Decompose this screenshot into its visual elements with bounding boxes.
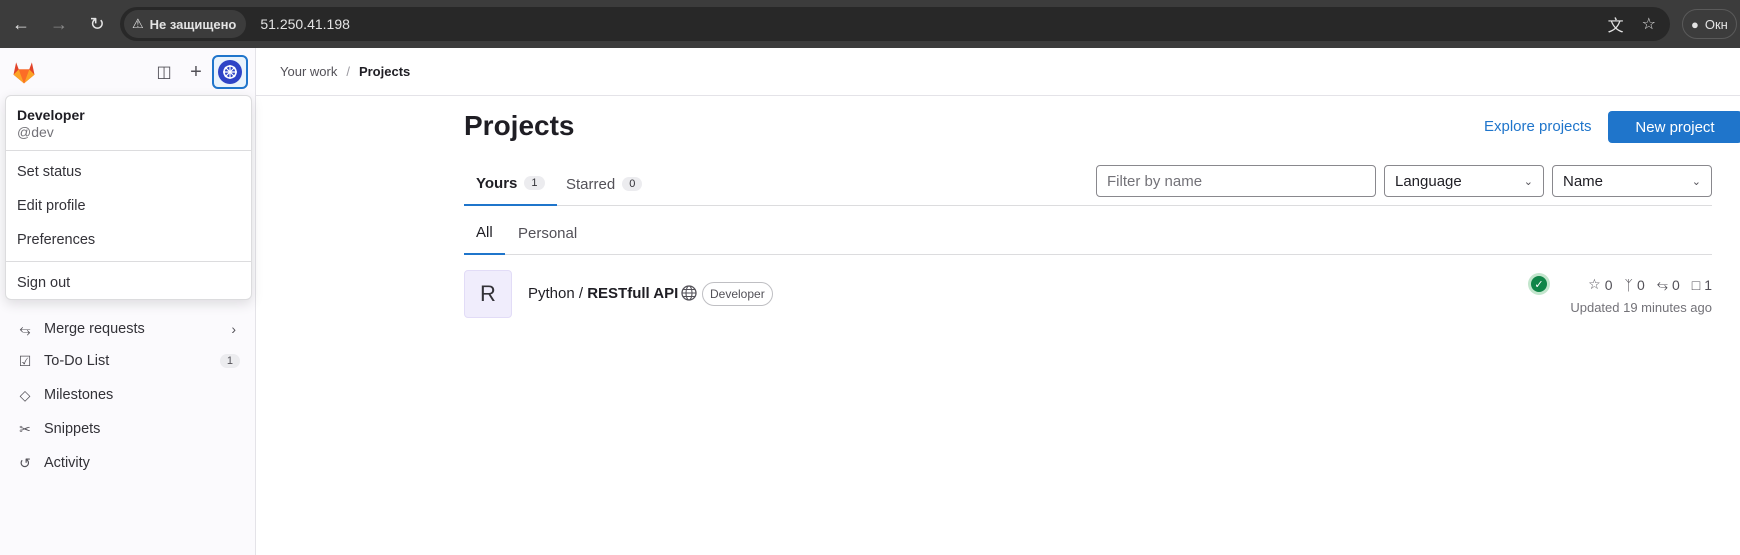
project-namespace: Python / bbox=[528, 285, 588, 302]
sidebar-item-label: Milestones bbox=[44, 387, 114, 403]
project-avatar[interactable]: R bbox=[464, 270, 512, 318]
snippet-icon: ✂ bbox=[19, 420, 31, 437]
todo-count-badge: 1 bbox=[219, 354, 240, 368]
avatar bbox=[218, 60, 242, 84]
address-bar[interactable]: ⚠ Не защищено 51.250.41.198 文 ☆ bbox=[120, 7, 1670, 41]
todo-icon: ☑ bbox=[18, 352, 32, 369]
sidebar-item-activity[interactable]: ↺ Activity bbox=[8, 447, 248, 479]
avatar-pattern-icon bbox=[223, 65, 237, 79]
user-name: Developer bbox=[17, 107, 85, 123]
breadcrumb: Your work / Projects bbox=[256, 48, 1740, 96]
menu-item-preferences[interactable]: Preferences bbox=[6, 223, 251, 257]
sort-select[interactable]: Name ⌄ bbox=[1552, 165, 1712, 197]
forks-stat[interactable]: ᛉ 0 bbox=[1625, 276, 1645, 293]
chevron-down-icon: ⌄ bbox=[1523, 175, 1533, 188]
role-badge: Developer bbox=[702, 282, 773, 306]
tab-count-badge: 1 bbox=[524, 176, 545, 190]
subtab-all[interactable]: All bbox=[464, 212, 505, 255]
sidebar-item-label: Snippets bbox=[44, 421, 101, 437]
tab-yours[interactable]: Yours 1 bbox=[464, 162, 557, 206]
explore-projects-link[interactable]: Explore projects bbox=[1484, 118, 1592, 135]
user-avatar-button[interactable] bbox=[212, 55, 248, 89]
check-icon: ✓ bbox=[1531, 276, 1547, 292]
page-title: Projects bbox=[464, 110, 575, 141]
list-item: R Python / RESTfull API Developer ✓ ☆ 0 … bbox=[464, 270, 1712, 320]
chevron-down-icon: ⌄ bbox=[1691, 175, 1701, 188]
security-label: Не защищено bbox=[149, 16, 237, 32]
back-icon[interactable]: ← bbox=[4, 7, 38, 41]
bookmark-star-icon[interactable]: ☆ bbox=[1642, 14, 1656, 34]
user-menu-header[interactable]: Developer @dev bbox=[6, 96, 251, 151]
sidebar-item-milestones[interactable]: ◇ Milestones bbox=[8, 379, 248, 411]
issues-stat[interactable]: □ 1 bbox=[1692, 276, 1712, 293]
pipeline-status-icon[interactable]: ✓ bbox=[1528, 273, 1550, 295]
profile-label: Окн bbox=[1704, 16, 1728, 32]
menu-item-set-status[interactable]: Set status bbox=[6, 155, 251, 189]
tab-label: Yours bbox=[476, 174, 518, 192]
stars-count: 0 bbox=[1604, 276, 1613, 293]
gitlab-logo-icon[interactable] bbox=[10, 58, 38, 86]
plus-icon[interactable]: + bbox=[182, 58, 210, 86]
sidebar-item-label: Merge requests bbox=[44, 321, 145, 337]
sort-select-label: Name bbox=[1563, 172, 1604, 190]
sidebar-toggle-icon[interactable]: ◫ bbox=[150, 58, 178, 86]
milestone-icon: ◇ bbox=[19, 386, 31, 403]
forward-icon[interactable]: → bbox=[42, 7, 76, 41]
subtab-personal[interactable]: Personal bbox=[506, 212, 589, 255]
breadcrumb-projects[interactable]: Projects bbox=[359, 64, 410, 79]
reload-icon[interactable]: ↻ bbox=[80, 7, 114, 41]
issues-count: 1 bbox=[1704, 276, 1712, 293]
filter-by-name-input[interactable] bbox=[1096, 165, 1376, 197]
tab-starred[interactable]: Starred 0 bbox=[554, 162, 654, 206]
breadcrumb-your-work[interactable]: Your work bbox=[280, 64, 337, 79]
sidebar-item-snippets[interactable]: ✂ Snippets bbox=[8, 413, 248, 445]
warning-icon: ⚠ bbox=[132, 16, 144, 31]
forks-count: 0 bbox=[1636, 276, 1645, 293]
project-subtabs: All Personal bbox=[464, 212, 1712, 255]
new-project-button[interactable]: New project bbox=[1608, 111, 1740, 143]
translate-icon[interactable]: 文 bbox=[1608, 12, 1624, 36]
merge-request-icon: ⥃ bbox=[19, 320, 31, 337]
language-select-label: Language bbox=[1395, 172, 1462, 190]
project-name: RESTfull API bbox=[587, 285, 679, 302]
merge-requests-count: 0 bbox=[1671, 276, 1680, 293]
issue-icon: □ bbox=[1691, 276, 1701, 293]
user-handle: @dev bbox=[17, 124, 54, 140]
stars-stat[interactable]: ☆ 0 bbox=[1588, 276, 1612, 293]
sidebar-item-label: To-Do List bbox=[44, 353, 110, 369]
globe-icon bbox=[681, 285, 697, 301]
menu-divider bbox=[6, 261, 251, 262]
language-select[interactable]: Language ⌄ bbox=[1384, 165, 1544, 197]
project-stats: ☆ 0 ᛉ 0 ⥃ 0 □ 1 bbox=[1588, 276, 1712, 293]
star-icon: ☆ bbox=[1588, 276, 1601, 292]
merge-requests-stat[interactable]: ⥃ 0 bbox=[1657, 276, 1680, 293]
sidebar-item-merge-requests[interactable]: ⥃ Merge requests › bbox=[8, 313, 248, 345]
sidebar-item-label: Activity bbox=[44, 455, 90, 471]
chevron-right-icon: › bbox=[231, 321, 236, 337]
url-text[interactable]: 51.250.41.198 bbox=[260, 16, 350, 32]
history-icon: ↺ bbox=[19, 454, 31, 471]
browser-toolbar: ← → ↻ ⚠ Не защищено 51.250.41.198 文 ☆ ● … bbox=[0, 0, 1740, 48]
breadcrumb-separator: / bbox=[346, 64, 350, 79]
tab-label: Starred bbox=[566, 175, 616, 193]
updated-timestamp: Updated 19 minutes ago bbox=[1570, 300, 1712, 315]
incognito-icon: ● bbox=[1691, 16, 1699, 32]
menu-item-edit-profile[interactable]: Edit profile bbox=[6, 189, 251, 223]
browser-profile-chip[interactable]: ● Окн bbox=[1682, 9, 1737, 39]
merge-request-icon: ⥃ bbox=[1656, 276, 1668, 292]
fork-icon: ᛉ bbox=[1624, 276, 1633, 293]
project-name-link[interactable]: Python / RESTfull API bbox=[528, 285, 678, 302]
menu-item-sign-out[interactable]: Sign out bbox=[6, 266, 251, 300]
security-indicator[interactable]: ⚠ Не защищено bbox=[124, 10, 247, 38]
user-menu-dropdown: Developer @dev Set status Edit profile P… bbox=[5, 95, 252, 300]
tab-count-badge: 0 bbox=[622, 177, 643, 191]
sidebar-item-todo-list[interactable]: ☑ To-Do List 1 bbox=[8, 345, 248, 377]
